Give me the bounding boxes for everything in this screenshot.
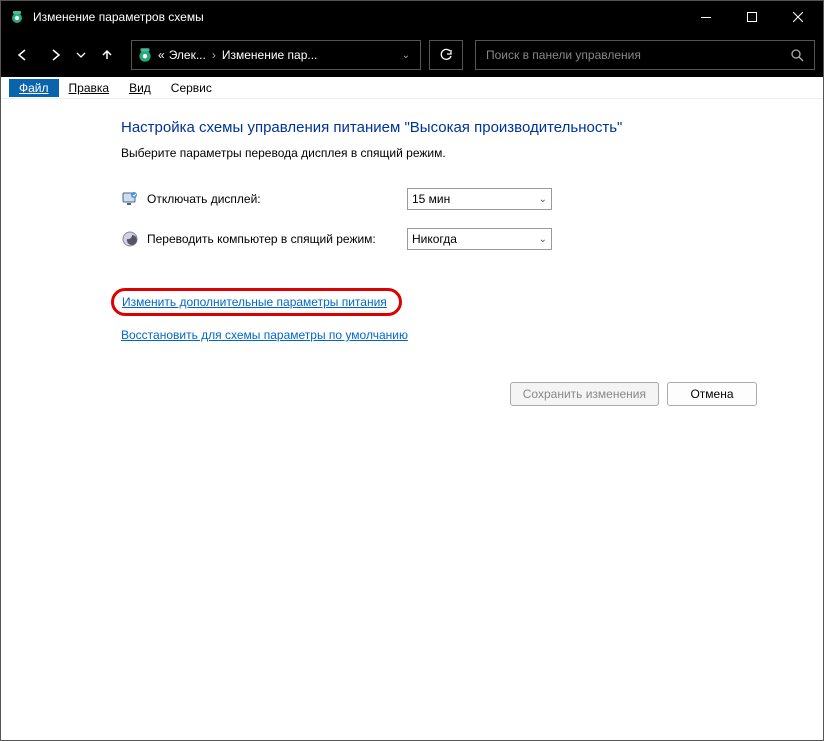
- chevron-down-icon: ⌄: [539, 234, 547, 245]
- menu-edit[interactable]: Правка: [59, 79, 120, 97]
- content-area: Настройка схемы управления питанием "Выс…: [1, 99, 823, 740]
- window: Изменение параметров схемы « Элек... › И…: [0, 0, 824, 741]
- breadcrumb-prefix: «: [158, 48, 165, 62]
- app-icon: [9, 9, 25, 25]
- titlebar: Изменение параметров схемы: [1, 1, 823, 33]
- display-off-value: 15 мин: [412, 192, 450, 206]
- power-icon: [136, 46, 154, 64]
- display-icon: [121, 190, 139, 208]
- button-row: Сохранить изменения Отмена: [121, 382, 783, 406]
- minimize-button[interactable]: [683, 1, 729, 33]
- breadcrumb-item-1[interactable]: Элек...: [169, 48, 206, 62]
- sleep-select[interactable]: Никогда ⌄: [407, 228, 552, 250]
- breadcrumb-item-2[interactable]: Изменение пар...: [222, 48, 318, 62]
- navbar: « Элек... › Изменение пар... ⌄ Поиск в п…: [1, 33, 823, 77]
- close-button[interactable]: [775, 1, 821, 33]
- menu-view[interactable]: Вид: [119, 79, 161, 97]
- up-button[interactable]: [93, 41, 121, 69]
- cancel-button[interactable]: Отмена: [667, 382, 757, 406]
- search-icon: [790, 48, 804, 62]
- maximize-button[interactable]: [729, 1, 775, 33]
- history-dropdown[interactable]: [73, 41, 89, 69]
- row-sleep: Переводить компьютер в спящий режим: Ник…: [121, 228, 783, 250]
- save-button[interactable]: Сохранить изменения: [510, 382, 659, 406]
- row-display-off: Отключать дисплей: 15 мин ⌄: [121, 188, 783, 210]
- menu-tools[interactable]: Сервис: [161, 79, 222, 97]
- breadcrumb-separator: ›: [212, 48, 216, 62]
- menubar: Файл Правка Вид Сервис: [1, 77, 823, 99]
- highlight-annotation: Изменить дополнительные параметры питани…: [111, 288, 402, 316]
- link-restore-defaults[interactable]: Восстановить для схемы параметры по умол…: [121, 328, 408, 342]
- chevron-down-icon: ⌄: [539, 194, 547, 205]
- back-button[interactable]: [9, 41, 37, 69]
- link-advanced-settings[interactable]: Изменить дополнительные параметры питани…: [122, 295, 387, 309]
- page-heading: Настройка схемы управления питанием "Выс…: [121, 119, 783, 136]
- forward-button[interactable]: [41, 41, 69, 69]
- menu-file[interactable]: Файл: [9, 79, 59, 97]
- page-subtext: Выберите параметры перевода дисплея в сп…: [121, 146, 783, 160]
- search-input[interactable]: Поиск в панели управления: [475, 40, 815, 70]
- display-off-select[interactable]: 15 мин ⌄: [407, 188, 552, 210]
- sleep-label: Переводить компьютер в спящий режим:: [147, 232, 407, 246]
- refresh-button[interactable]: [429, 40, 463, 70]
- window-controls: [683, 1, 821, 33]
- address-dropdown[interactable]: ⌄: [396, 50, 416, 61]
- display-off-label: Отключать дисплей:: [147, 192, 407, 206]
- window-title: Изменение параметров схемы: [33, 10, 683, 24]
- address-bar[interactable]: « Элек... › Изменение пар... ⌄: [131, 40, 421, 70]
- sleep-icon: [121, 230, 139, 248]
- sleep-value: Никогда: [412, 232, 457, 246]
- search-placeholder: Поиск в панели управления: [486, 48, 641, 62]
